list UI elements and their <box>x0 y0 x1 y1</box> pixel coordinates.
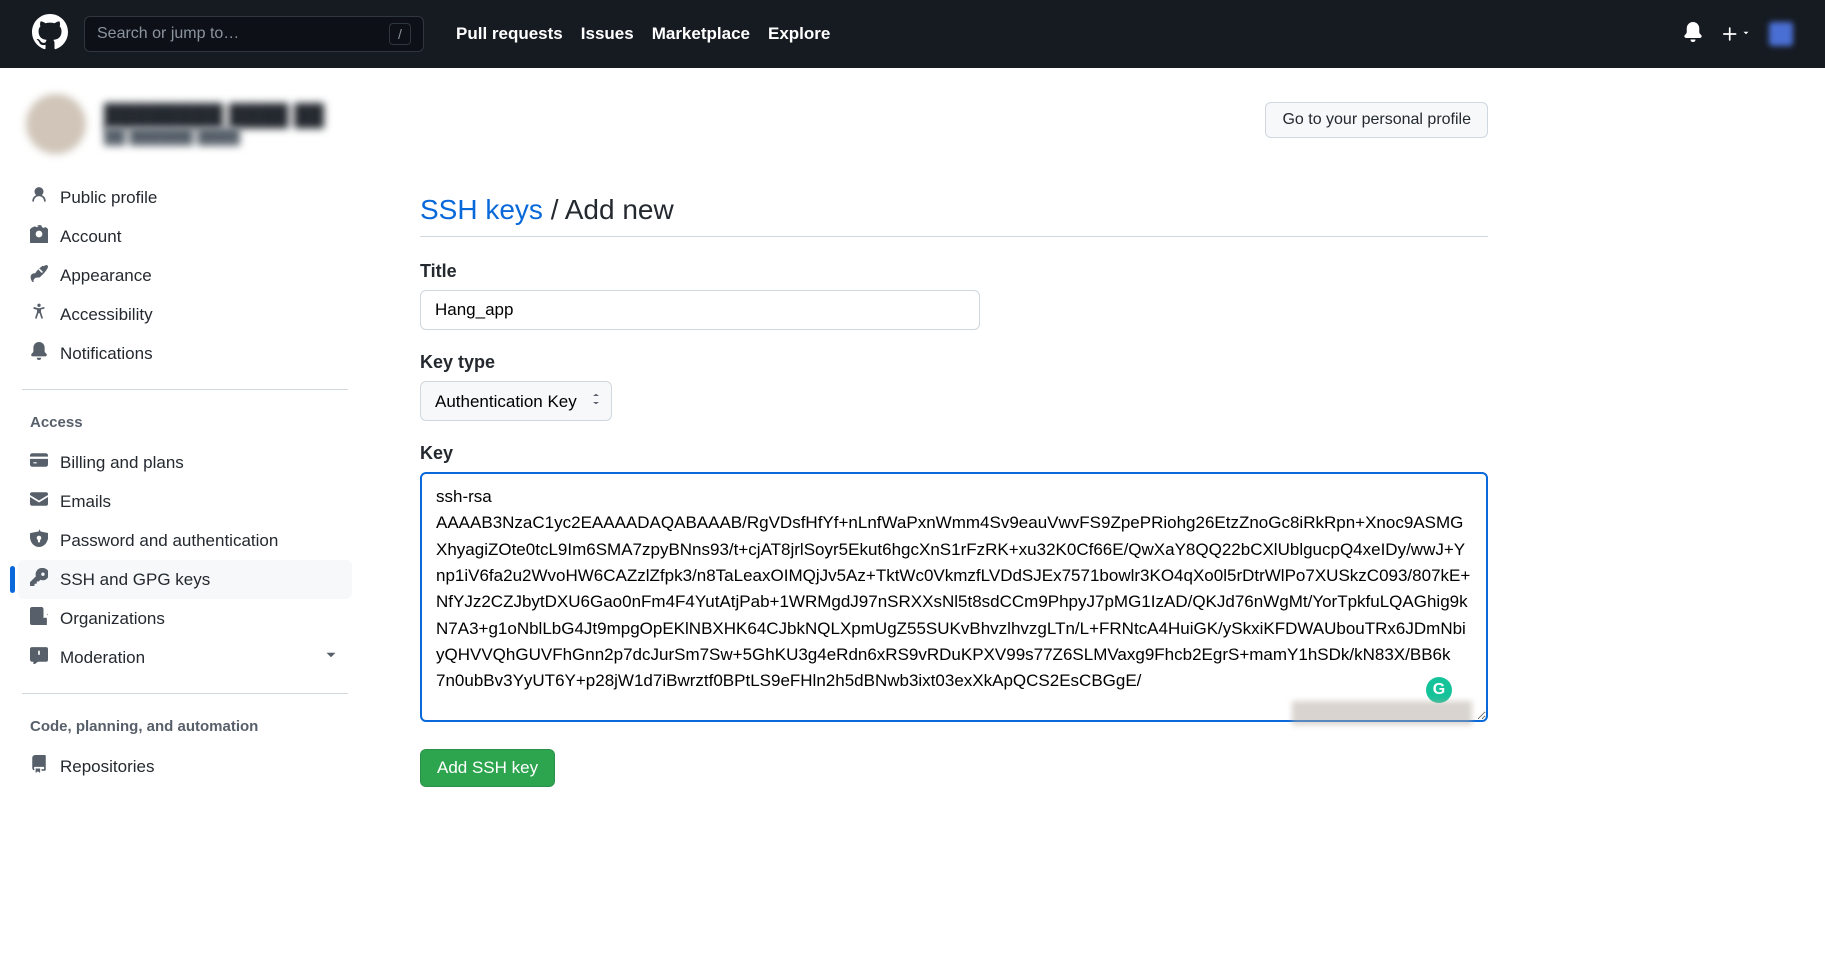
profile-avatar <box>26 94 86 154</box>
github-logo-icon[interactable] <box>32 14 68 55</box>
sidebar-item-public-profile[interactable]: Public profile <box>18 178 352 217</box>
sidebar-item-label: Account <box>60 227 121 247</box>
breadcrumb-sep: / <box>543 194 565 225</box>
user-avatar[interactable] <box>1769 22 1793 46</box>
mail-icon <box>30 490 48 513</box>
profile-summary: ████████ ████ ██ ██ ██████ ████ <box>18 86 352 178</box>
caret-down-icon <box>1741 25 1751 43</box>
sidebar-item-label: Billing and plans <box>60 453 184 473</box>
sidebar-item-label: Appearance <box>60 266 152 286</box>
organization-icon <box>30 607 48 630</box>
search-input[interactable] <box>97 25 389 43</box>
settings-sidebar: ████████ ████ ██ ██ ██████ ████ Public p… <box>10 86 360 827</box>
chevron-down-icon <box>322 646 340 669</box>
add-ssh-key-button[interactable]: Add SSH key <box>420 749 555 787</box>
header-right <box>1683 22 1793 47</box>
title-input[interactable] <box>420 290 980 330</box>
sidebar-section-access: Access <box>18 406 352 443</box>
main-content: Go to your personal profile SSH keys / A… <box>360 86 1500 827</box>
sidebar-item-label: Organizations <box>60 609 165 629</box>
sidebar-item-notifications[interactable]: Notifications <box>18 334 352 373</box>
global-header: / Pull requests Issues Marketplace Explo… <box>0 0 1825 68</box>
repo-icon <box>30 755 48 778</box>
sidebar-item-moderation[interactable]: Moderation <box>18 638 352 677</box>
breadcrumb-link[interactable]: SSH keys <box>420 194 543 225</box>
sidebar-item-ssh-gpg[interactable]: SSH and GPG keys <box>18 560 352 599</box>
nav-pull-requests[interactable]: Pull requests <box>456 24 563 44</box>
person-icon <box>30 186 48 209</box>
page-title: SSH keys / Add new <box>420 194 1488 237</box>
profile-sub: ██ ██████ ████ <box>104 128 324 145</box>
sidebar-item-label: SSH and GPG keys <box>60 570 210 590</box>
grammarly-icon[interactable]: G <box>1426 677 1452 703</box>
redacted-overlay <box>1292 701 1472 725</box>
gear-icon <box>30 225 48 248</box>
credit-card-icon <box>30 451 48 474</box>
go-to-profile-button[interactable]: Go to your personal profile <box>1265 102 1488 138</box>
bell-icon <box>30 342 48 365</box>
key-icon <box>30 568 48 591</box>
accessibility-icon <box>30 303 48 326</box>
sidebar-divider <box>22 693 348 694</box>
sidebar-item-label: Notifications <box>60 344 153 364</box>
nav-explore[interactable]: Explore <box>768 24 830 44</box>
search-box[interactable]: / <box>84 16 424 52</box>
sidebar-item-label: Password and authentication <box>60 531 278 551</box>
nav-issues[interactable]: Issues <box>581 24 634 44</box>
paintbrush-icon <box>30 264 48 287</box>
sidebar-item-account[interactable]: Account <box>18 217 352 256</box>
sidebar-item-organizations[interactable]: Organizations <box>18 599 352 638</box>
sidebar-item-password[interactable]: Password and authentication <box>18 521 352 560</box>
nav-marketplace[interactable]: Marketplace <box>652 24 750 44</box>
sidebar-item-label: Accessibility <box>60 305 153 325</box>
report-icon <box>30 646 48 669</box>
create-new-dropdown[interactable] <box>1721 25 1751 43</box>
primary-nav: Pull requests Issues Marketplace Explore <box>456 24 830 44</box>
shield-lock-icon <box>30 529 48 552</box>
keytype-select[interactable]: Authentication Key <box>420 381 612 421</box>
sidebar-item-billing[interactable]: Billing and plans <box>18 443 352 482</box>
sidebar-item-label: Moderation <box>60 648 145 668</box>
notifications-icon[interactable] <box>1683 22 1703 47</box>
sidebar-item-label: Emails <box>60 492 111 512</box>
sidebar-divider <box>22 389 348 390</box>
sidebar-section-code: Code, planning, and automation <box>18 710 352 747</box>
sidebar-item-appearance[interactable]: Appearance <box>18 256 352 295</box>
sidebar-item-label: Public profile <box>60 188 157 208</box>
breadcrumb-current: Add new <box>565 194 674 225</box>
sidebar-item-repositories[interactable]: Repositories <box>18 747 352 786</box>
slash-key-hint: / <box>389 23 411 45</box>
sidebar-item-emails[interactable]: Emails <box>18 482 352 521</box>
title-label: Title <box>420 261 1488 282</box>
keytype-label: Key type <box>420 352 1488 373</box>
key-textarea[interactable]: ssh-rsa AAAAB3NzaC1yc2EAAAADAQABAAAB/RgV… <box>420 472 1488 722</box>
sidebar-item-accessibility[interactable]: Accessibility <box>18 295 352 334</box>
profile-name: ████████ ████ ██ <box>104 104 324 128</box>
sidebar-item-label: Repositories <box>60 757 155 777</box>
key-label: Key <box>420 443 1488 464</box>
